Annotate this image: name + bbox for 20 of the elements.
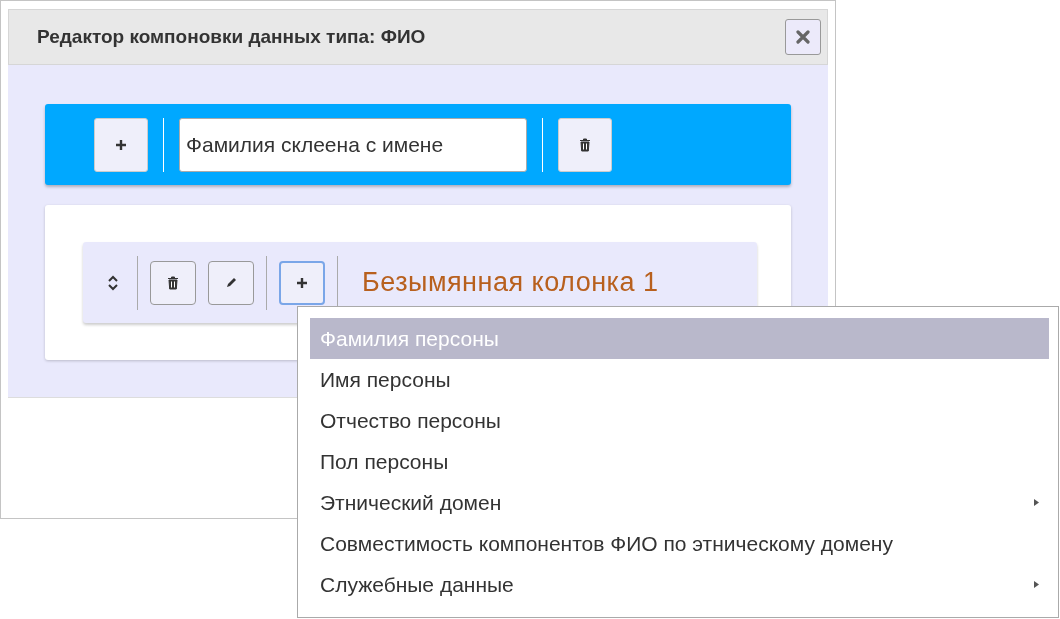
delete-button[interactable] [150,260,196,305]
dialog-title: Редактор компоновки данных типа: ФИО [37,26,426,48]
pencil-icon [224,276,238,289]
column-title: Безымянная колонка 1 [362,267,659,298]
menu-item[interactable]: Отчество персоны [310,400,1049,441]
menu-item[interactable]: Служебные данные [310,564,1049,605]
menu-item[interactable]: Совместимость компонентов ФИО по этническому домену [310,523,1049,564]
trash-icon [167,275,179,290]
menu-item[interactable]: Пол персоны [310,441,1049,482]
trash-icon [579,137,591,152]
name-field[interactable]: Фамилия склеена с имене [179,117,527,172]
plus-icon [296,276,308,289]
sort-icon[interactable] [107,274,119,291]
close-icon [796,30,810,44]
menu-item[interactable]: Этнический домен [310,482,1049,523]
edit-button[interactable] [208,260,254,305]
close-button[interactable] [785,19,821,55]
menu-item[interactable]: Имя персоны [310,359,1049,400]
plus-icon [115,138,127,151]
delete-button[interactable] [558,117,612,172]
